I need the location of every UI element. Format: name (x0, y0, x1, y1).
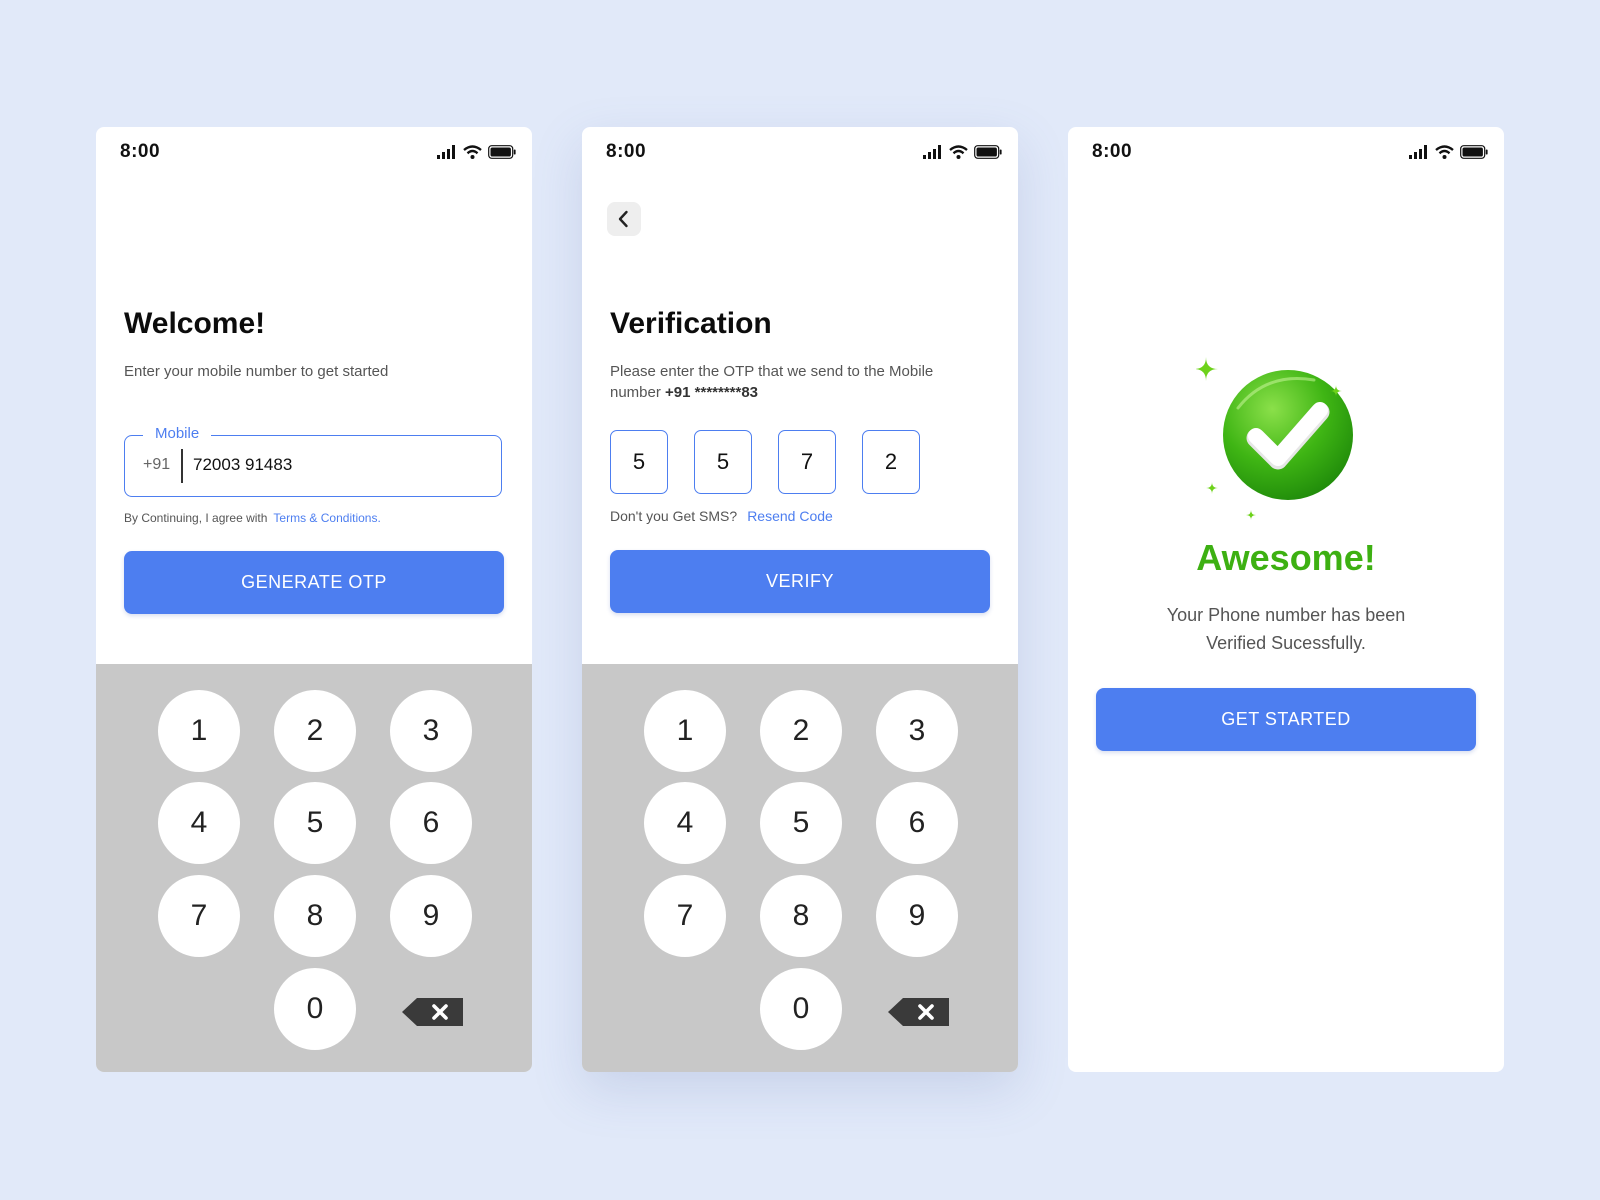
subtitle-text: Please enter the OTP that we send to the… (610, 363, 934, 401)
masked-phone-number: +91 ********83 (665, 384, 759, 401)
page-title: Welcome! (124, 307, 266, 340)
back-button[interactable] (607, 202, 641, 236)
status-icons (437, 145, 516, 159)
resend-row: Don't you Get SMS? Resend Code (610, 508, 833, 524)
status-time: 8:00 (120, 141, 161, 162)
mobile-label: Mobile (143, 425, 212, 442)
page-title: Verification (610, 307, 772, 340)
otp-digit-3[interactable] (778, 430, 836, 494)
mobile-field[interactable]: Mobile +91 (124, 425, 502, 497)
key-6[interactable]: 6 (876, 782, 958, 864)
battery-icon (1460, 145, 1488, 159)
key-0[interactable]: 0 (274, 968, 356, 1050)
key-8[interactable]: 8 (274, 875, 356, 957)
key-7[interactable]: 7 (158, 875, 240, 957)
success-screen: 8:00 Awesome! Your Phone number has been… (1068, 127, 1504, 1072)
key-7[interactable]: 7 (644, 875, 726, 957)
status-icons (923, 145, 1002, 159)
success-message-line1: Your Phone number has been (1166, 605, 1406, 625)
key-0[interactable]: 0 (760, 968, 842, 1050)
signal-icon (1409, 145, 1427, 159)
wifi-icon (463, 145, 482, 159)
chevron-left-icon (618, 210, 628, 228)
key-5[interactable]: 5 (274, 782, 356, 864)
wifi-icon (1435, 145, 1454, 159)
key-5[interactable]: 5 (760, 782, 842, 864)
signal-icon (923, 145, 941, 159)
resend-code-link[interactable]: Resend Code (747, 508, 833, 524)
key-1[interactable]: 1 (644, 690, 726, 772)
success-title: Awesome! (1196, 537, 1376, 578)
status-time: 8:00 (606, 141, 647, 162)
battery-icon (488, 145, 516, 159)
key-4[interactable]: 4 (644, 782, 726, 864)
terms-link[interactable]: Terms & Conditions. (273, 511, 380, 525)
check-circle-icon (1196, 357, 1353, 520)
otp-digit-2[interactable] (694, 430, 752, 494)
country-code: +91 (143, 456, 171, 473)
field-divider (181, 449, 183, 483)
page-subtitle: Enter your mobile number to get started (124, 363, 389, 380)
key-2[interactable]: 2 (274, 690, 356, 772)
generate-otp-button[interactable]: GENERATE OTP (124, 551, 504, 614)
battery-icon (974, 145, 1002, 159)
key-6[interactable]: 6 (390, 782, 472, 864)
success-message: Your Phone number has been Verified Suce… (1068, 601, 1504, 657)
backspace-icon (888, 998, 949, 1026)
key-9[interactable]: 9 (390, 875, 472, 957)
key-3[interactable]: 3 (390, 690, 472, 772)
signal-icon (437, 145, 455, 159)
wifi-icon (949, 145, 968, 159)
login-screen: 8:00 Welcome! Enter your mobile number t… (96, 127, 532, 1072)
status-bar: 8:00 (606, 141, 1002, 167)
mobile-input[interactable] (193, 451, 473, 479)
key-4[interactable]: 4 (158, 782, 240, 864)
key-2[interactable]: 2 (760, 690, 842, 772)
key-3[interactable]: 3 (876, 690, 958, 772)
numeric-keypad: 1 2 3 4 5 6 7 8 9 0 (582, 664, 1018, 1072)
verification-screen: 8:00 Verification Please enter the OTP t… (582, 127, 1018, 1072)
status-bar: 8:00 (1092, 141, 1488, 167)
status-time: 8:00 (1092, 141, 1133, 162)
status-bar: 8:00 (120, 141, 516, 167)
otp-digit-4[interactable] (862, 430, 920, 494)
backspace-key[interactable] (401, 997, 465, 1027)
page-subtitle: Please enter the OTP that we send to the… (610, 361, 970, 403)
backspace-key[interactable] (887, 997, 951, 1027)
key-8[interactable]: 8 (760, 875, 842, 957)
key-1[interactable]: 1 (158, 690, 240, 772)
backspace-icon (402, 998, 463, 1026)
verify-button[interactable]: VERIFY (610, 550, 990, 613)
otp-digit-1[interactable] (610, 430, 668, 494)
status-icons (1409, 145, 1488, 159)
key-9[interactable]: 9 (876, 875, 958, 957)
success-message-line2: Verified Sucessfully. (1206, 633, 1366, 653)
terms-prefix: By Continuing, I agree with (124, 511, 268, 525)
resend-prefix: Don't you Get SMS? (610, 508, 738, 524)
terms-text: By Continuing, I agree with Terms & Condi… (124, 511, 381, 525)
get-started-button[interactable]: GET STARTED (1096, 688, 1476, 751)
numeric-keypad: 1 2 3 4 5 6 7 8 9 0 (96, 664, 532, 1072)
